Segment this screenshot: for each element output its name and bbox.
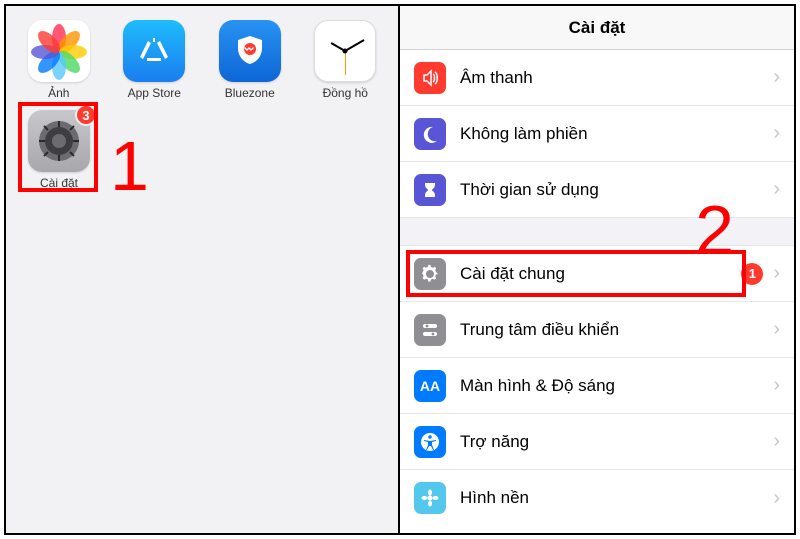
settings-list: Âm thanh › Không làm phiền › Thời gian s…	[400, 50, 794, 533]
settings-row-dnd[interactable]: Không làm phiền ›	[400, 106, 794, 162]
gear-icon	[414, 258, 446, 290]
apps-row-1: Ảnh App Store Bluezone	[6, 6, 398, 100]
settings-row-wallpaper[interactable]: Hình nền ›	[400, 470, 794, 526]
hourglass-icon	[414, 174, 446, 206]
photos-app[interactable]: Ảnh	[24, 20, 94, 100]
settings-row-display[interactable]: AA Màn hình & Độ sáng ›	[400, 358, 794, 414]
app-label: Đồng hồ	[323, 86, 368, 100]
flower-icon	[414, 482, 446, 514]
app-label: Bluezone	[225, 86, 275, 100]
chevron-right-icon: ›	[773, 487, 780, 510]
settings-row-sound[interactable]: Âm thanh ›	[400, 50, 794, 106]
row-badge: 1	[741, 263, 763, 285]
chevron-right-icon: ›	[773, 318, 780, 341]
bluezone-icon	[219, 20, 281, 82]
clock-icon	[314, 20, 376, 82]
settings-title: Cài đặt	[400, 6, 794, 50]
chevron-right-icon: ›	[773, 262, 780, 285]
settings-screen: Cài đặt Âm thanh › Không làm phiền ›	[400, 6, 794, 533]
row-label: Hình nền	[460, 488, 773, 508]
annotation-highlight-1	[18, 102, 98, 192]
chevron-right-icon: ›	[773, 374, 780, 397]
home-screen: Ảnh App Store Bluezone	[6, 6, 400, 533]
row-label: Màn hình & Độ sáng	[460, 376, 773, 396]
accessibility-icon	[414, 426, 446, 458]
bluezone-app[interactable]: Bluezone	[215, 20, 285, 100]
settings-row-screentime[interactable]: Thời gian sử dụng ›	[400, 162, 794, 218]
section-gap	[400, 218, 794, 246]
settings-row-controlcenter[interactable]: Trung tâm điều khiển ›	[400, 302, 794, 358]
aa-icon: AA	[414, 370, 446, 402]
clock-app[interactable]: Đồng hồ	[311, 20, 381, 100]
annotation-number-1: 1	[110, 126, 149, 206]
settings-row-accessibility[interactable]: Trợ năng ›	[400, 414, 794, 470]
moon-icon	[414, 118, 446, 150]
appstore-icon	[123, 20, 185, 82]
chevron-right-icon: ›	[773, 66, 780, 89]
appstore-app[interactable]: App Store	[120, 20, 190, 100]
annotation-number-2: 2	[695, 190, 734, 270]
row-label: Trợ năng	[460, 432, 773, 452]
photos-icon	[28, 20, 90, 82]
row-label: Trung tâm điều khiển	[460, 320, 773, 340]
sound-icon	[414, 62, 446, 94]
row-label: Không làm phiền	[460, 124, 773, 144]
chevron-right-icon: ›	[773, 430, 780, 453]
row-label: Âm thanh	[460, 68, 773, 88]
settings-row-general[interactable]: Cài đặt chung 1 ›	[400, 246, 794, 302]
app-label: Ảnh	[48, 86, 69, 100]
chevron-right-icon: ›	[773, 178, 780, 201]
chevron-right-icon: ›	[773, 122, 780, 145]
app-label: App Store	[128, 86, 181, 100]
switches-icon	[414, 314, 446, 346]
